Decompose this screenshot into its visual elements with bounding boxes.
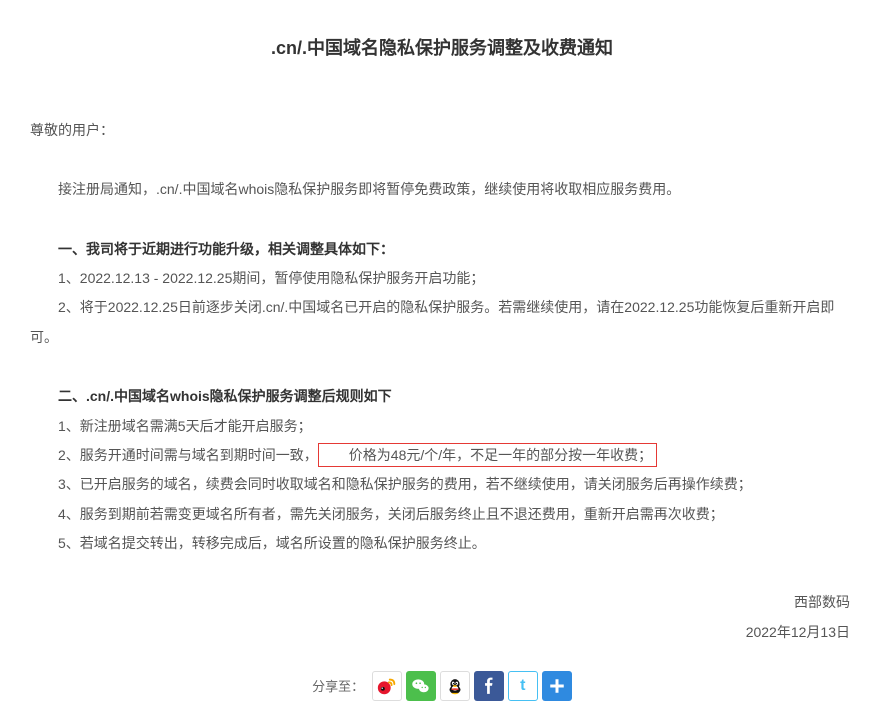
section2-item: 1、新注册域名需满5天后才能开启服务；: [30, 412, 854, 441]
section1-item: 1、2022.12.13 - 2022.12.25期间，暂停使用隐私保护服务开启…: [30, 264, 854, 293]
wechat-icon[interactable]: [406, 671, 436, 701]
signature-block: 西部数码 2022年12月13日: [30, 588, 854, 647]
more-share-icon[interactable]: [542, 671, 572, 701]
twitter-icon[interactable]: t: [508, 671, 538, 701]
document-body: 尊敬的用户： 接注册局通知，.cn/.中国域名whois隐私保护服务即将暂停免费…: [30, 116, 854, 647]
sina-weibo-icon[interactable]: [372, 671, 402, 701]
share-icons-container: t: [372, 671, 572, 701]
qq-icon[interactable]: [440, 671, 470, 701]
share-bar: 分享至：: [30, 671, 854, 701]
sign-date: 2022年12月13日: [30, 618, 850, 647]
section1-item: 2、将于2022.12.25日前逐步关闭.cn/.中国域名已开启的隐私保护服务。…: [30, 293, 854, 352]
document-page: .cn/.中国域名隐私保护服务调整及收费通知 尊敬的用户： 接注册局通知，.cn…: [0, 0, 884, 701]
intro-paragraph: 接注册局通知，.cn/.中国域名whois隐私保护服务即将暂停免费政策，继续使用…: [30, 175, 854, 204]
section2-heading: 二、.cn/.中国域名whois隐私保护服务调整后规则如下: [30, 382, 854, 411]
section2-item: 5、若域名提交转出，转移完成后，域名所设置的隐私保护服务终止。: [30, 529, 854, 558]
price-highlight-box: 价格为48元/个/年，不足一年的部分按一年收费；: [318, 443, 657, 467]
item2-prefix: 2、服务开通时间需与域名到期时间一致，: [58, 447, 318, 463]
section1-heading: 一、我司将于近期进行功能升级，相关调整具体如下：: [30, 235, 854, 264]
section2-item: 3、已开启服务的域名，续费会同时收取域名和隐私保护服务的费用，若不继续使用，请关…: [30, 470, 854, 499]
section2-item: 4、服务到期前若需变更域名所有者，需先关闭服务，关闭后服务终止且不退还费用，重新…: [30, 500, 854, 529]
greeting-text: 尊敬的用户：: [30, 116, 854, 145]
section2-item-highlight: 2、服务开通时间需与域名到期时间一致，价格为48元/个/年，不足一年的部分按一年…: [30, 441, 854, 470]
signer-name: 西部数码: [30, 588, 850, 617]
page-title: .cn/.中国域名隐私保护服务调整及收费通知: [30, 30, 854, 68]
facebook-icon[interactable]: [474, 671, 504, 701]
share-label: 分享至：: [312, 679, 364, 694]
